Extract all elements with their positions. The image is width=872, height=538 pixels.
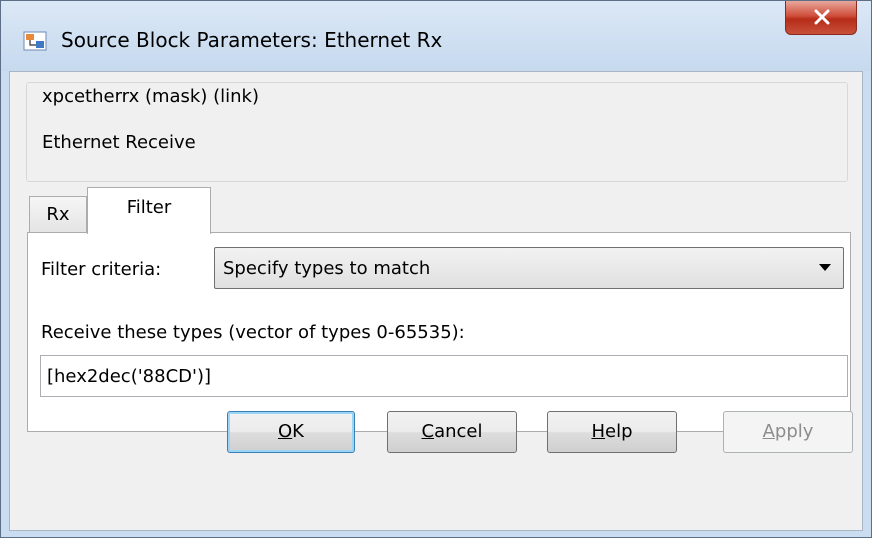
cancel-button[interactable]: Cancel bbox=[387, 411, 517, 453]
help-label-rest: elp bbox=[605, 421, 633, 442]
mask-description: Ethernet Receive bbox=[42, 132, 196, 153]
receive-types-label: Receive these types (vector of types 0-6… bbox=[41, 322, 465, 343]
ok-button[interactable]: OK bbox=[227, 411, 355, 453]
help-mnemonic: H bbox=[591, 421, 606, 442]
cancel-mnemonic: C bbox=[421, 421, 435, 442]
simulink-block-icon bbox=[23, 29, 49, 53]
receive-types-input[interactable]: [hex2dec('88CD')] bbox=[40, 355, 848, 397]
tab-rx[interactable]: Rx bbox=[29, 196, 87, 232]
filter-criteria-dropdown[interactable]: Specify types to match bbox=[214, 247, 844, 289]
dialog-client-area: xpcetherrx (mask) (link) Ethernet Receiv… bbox=[9, 71, 863, 531]
cancel-label-rest: ancel bbox=[434, 421, 483, 442]
close-button[interactable] bbox=[785, 1, 857, 35]
apply-label-rest: pply bbox=[774, 421, 814, 442]
title-bar[interactable]: Source Block Parameters: Ethernet Rx bbox=[1, 1, 871, 71]
tab-filter[interactable]: Filter bbox=[87, 187, 211, 234]
close-icon bbox=[814, 9, 830, 25]
apply-mnemonic: A bbox=[762, 421, 775, 442]
apply-button: Apply bbox=[723, 411, 853, 453]
help-button[interactable]: Help bbox=[547, 411, 677, 453]
filter-tab-panel: Filter criteria: Specify types to match … bbox=[27, 232, 851, 432]
ok-mnemonic: O bbox=[278, 421, 293, 442]
mask-title: xpcetherrx (mask) (link) bbox=[38, 86, 263, 107]
filter-criteria-value: Specify types to match bbox=[223, 258, 431, 279]
receive-types-value: [hex2dec('88CD')] bbox=[47, 366, 211, 387]
filter-criteria-label: Filter criteria: bbox=[41, 259, 162, 280]
window-title: Source Block Parameters: Ethernet Rx bbox=[61, 28, 443, 52]
dropdown-arrow-icon bbox=[819, 264, 831, 271]
dialog-window: Source Block Parameters: Ethernet Rx xpc… bbox=[0, 0, 872, 538]
ok-label-rest: K bbox=[292, 421, 304, 442]
